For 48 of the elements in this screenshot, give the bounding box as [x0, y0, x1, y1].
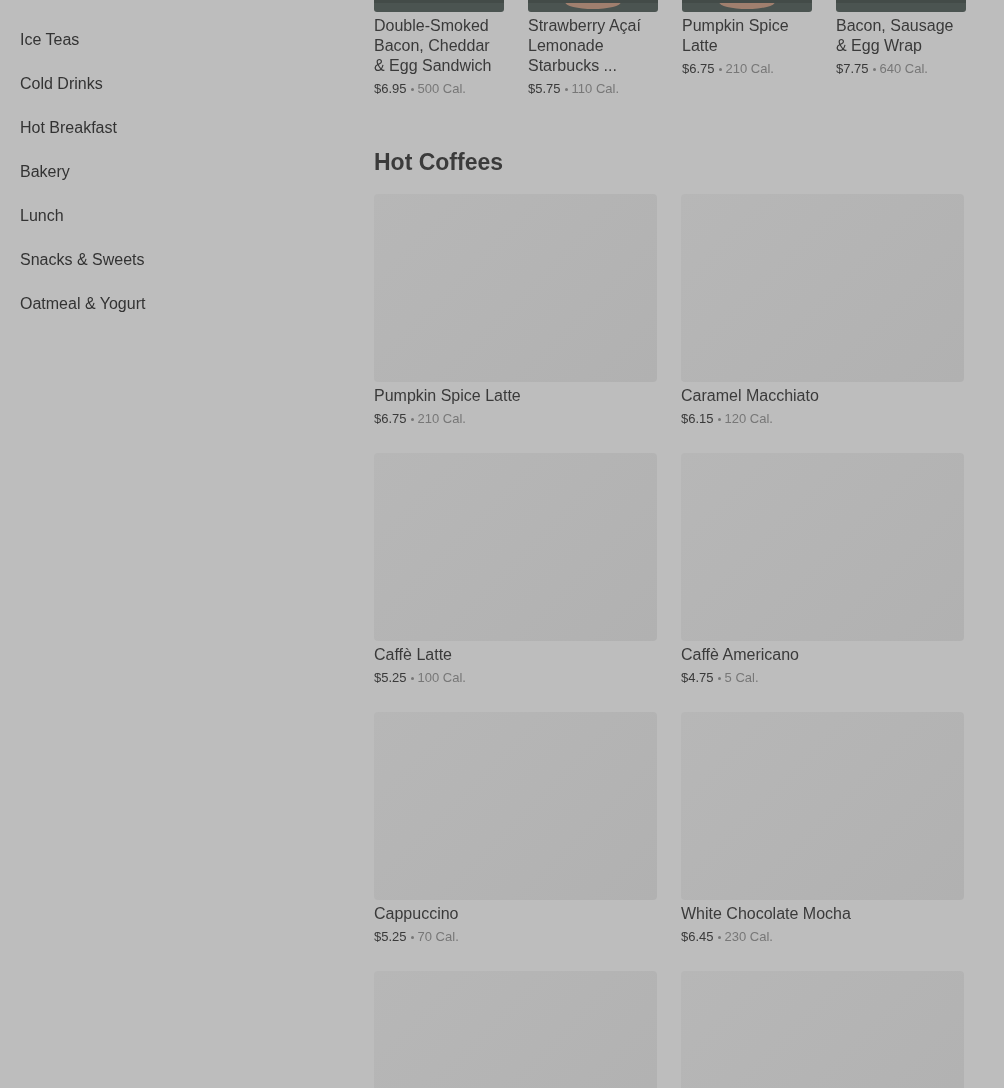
- category-link[interactable]: Cold Drinks: [20, 62, 103, 106]
- product-name[interactable]: Pumpkin Spice Latte: [682, 16, 812, 56]
- product-name[interactable]: Strawberry Açaí Lemonade Starbucks ...: [528, 16, 658, 76]
- category-link[interactable]: Snacks & Sweets: [20, 238, 145, 282]
- product-name[interactable]: Caffè Americano: [681, 645, 964, 665]
- product-name[interactable]: White Chocolate Mocha: [681, 904, 964, 924]
- calories: 210 Cal.: [725, 60, 774, 78]
- separator-dot: [410, 87, 414, 91]
- product-name[interactable]: Pumpkin Spice Latte: [374, 386, 657, 406]
- calories: 120 Cal.: [724, 410, 773, 428]
- price: $6.15: [681, 410, 714, 428]
- calories: 210 Cal.: [417, 410, 466, 428]
- separator-dot: [410, 676, 414, 680]
- price: $7.75: [836, 60, 869, 78]
- product-name[interactable]: Cappuccino: [374, 904, 657, 924]
- calories: 640 Cal.: [879, 60, 928, 78]
- section-heading: Hot Coffees: [374, 148, 505, 176]
- price: $4.75: [681, 669, 714, 687]
- price: $5.25: [374, 928, 407, 946]
- calories: 230 Cal.: [724, 928, 773, 946]
- product-name[interactable]: Caffè Latte: [374, 645, 657, 665]
- product-name[interactable]: Double-Smoked Bacon, Cheddar & Egg Sandwich: [374, 16, 504, 76]
- price: $6.45: [681, 928, 714, 946]
- category-link[interactable]: Bakery: [20, 150, 70, 194]
- calories: 5 Cal.: [724, 669, 759, 687]
- separator-dot: [718, 67, 722, 71]
- calories: 100 Cal.: [417, 669, 466, 687]
- separator-dot: [717, 676, 721, 680]
- category-link[interactable]: Lunch: [20, 194, 64, 238]
- calories: 70 Cal.: [417, 928, 459, 946]
- price: $6.95: [374, 80, 407, 98]
- separator-dot: [410, 935, 414, 939]
- price: $6.75: [682, 60, 715, 78]
- price: $6.75: [374, 410, 407, 428]
- category-link[interactable]: Ice Teas: [20, 18, 80, 62]
- separator-dot: [564, 87, 568, 91]
- product-name[interactable]: Bacon, Sausage & Egg Wrap: [836, 16, 966, 56]
- category-link[interactable]: Oatmeal & Yogurt: [20, 282, 146, 326]
- separator-dot: [872, 67, 876, 71]
- product-name[interactable]: Caramel Macchiato: [681, 386, 964, 406]
- separator-dot: [717, 935, 721, 939]
- category-link[interactable]: Hot Breakfast: [20, 106, 117, 150]
- separator-dot: [410, 417, 414, 421]
- separator-dot: [717, 417, 721, 421]
- price: $5.75: [528, 80, 561, 98]
- calories: 110 Cal.: [571, 80, 619, 98]
- calories: 500 Cal.: [417, 80, 466, 98]
- price: $5.25: [374, 669, 407, 687]
